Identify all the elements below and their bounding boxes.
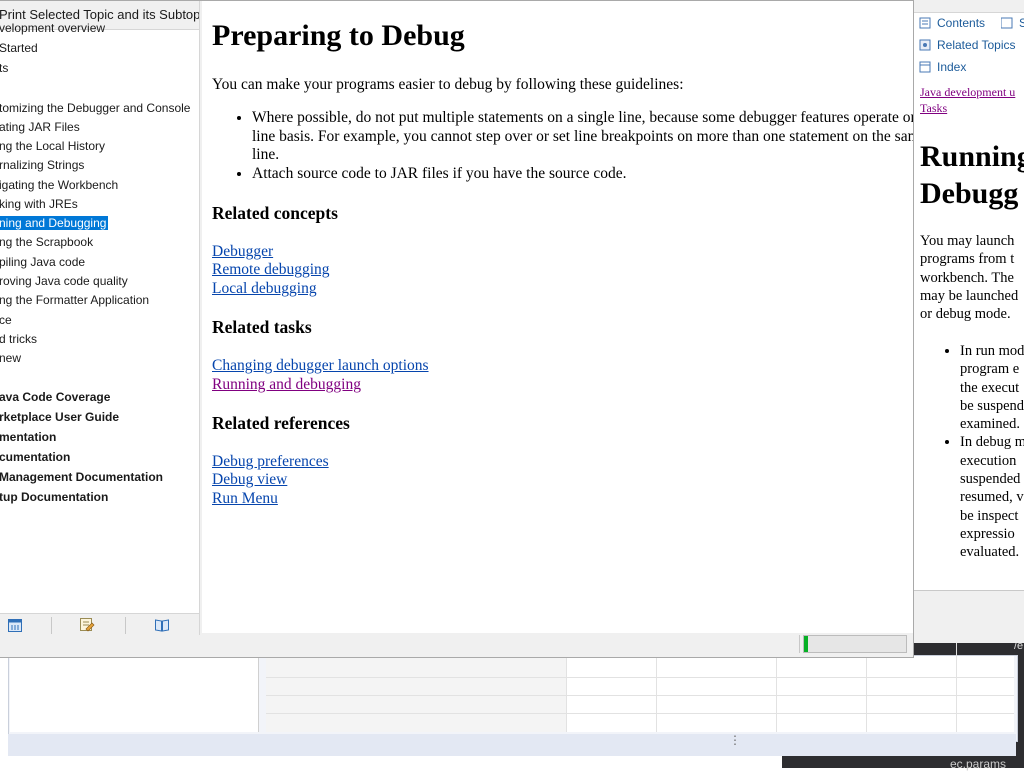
list-item: Attach source code to JAR files if you h… [252,165,913,184]
toc-item[interactable]: Started [0,39,38,57]
search-icon [1000,17,1013,29]
link-running-and-debugging[interactable]: Running and debugging [212,376,361,394]
page-title: Preparing to Debug [212,19,465,52]
toc-item[interactable]: roving Java code quality [0,272,128,290]
toc-item[interactable]: piling Java code [0,253,85,271]
list-item: In run mod program e the execut be suspe… [960,342,1024,433]
toc-item[interactable]: cumentation [0,448,70,466]
progress-fill [804,636,808,652]
toc-item[interactable]: Management Documentation [0,468,163,486]
progress-bar [803,635,907,653]
index-tab[interactable]: Index [919,60,966,74]
list-item: In debug m execution suspended resumed, … [960,433,1024,561]
toc-item[interactable]: ng the Local History [0,137,105,155]
link-run-menu[interactable]: Run Menu [212,490,278,508]
toc-item[interactable]: d tricks [0,330,37,348]
breadcrumb[interactable]: Java development u Tasks [920,84,1015,116]
contents-icon [919,17,931,29]
toc-item[interactable]: velopment overview [0,19,105,37]
search-tab[interactable]: Se [1000,16,1024,30]
toc-item[interactable]: tomizing the Debugger and Console [0,99,190,117]
right-help-window: Contents Se Related Topics Index Java de… [912,0,1024,600]
link-debug-view[interactable]: Debug view [212,471,287,489]
breadcrumb-link[interactable]: Tasks [920,100,1015,116]
toc-item[interactable]: new [0,349,21,367]
toc-item[interactable]: ning and Debugging [0,214,109,232]
contents-tab[interactable]: Contents [919,16,985,30]
toc-item[interactable]: ng the Scrapbook [0,233,93,251]
help-window: Print Selected Topic and its Subtopics v… [0,0,914,658]
topic-content: Preparing to Debug You can make your pro… [202,1,913,633]
list-item: Where possible, do not put multiple stat… [252,109,913,165]
toc-item[interactable]: ava Code Coverage [0,388,110,406]
breadcrumb-link[interactable]: Java development u [920,84,1015,100]
toc-item[interactable]: ts [0,59,8,77]
toc-item[interactable]: rketplace User Guide [0,408,119,426]
toc-item[interactable]: ng the Formatter Application [0,291,149,309]
link-debugger[interactable]: Debugger [212,243,273,261]
status-bar [0,635,913,657]
right-body-text: You may launch programs from t workbench… [920,233,1019,323]
related-topics-tab[interactable]: Related Topics [919,38,1016,52]
related-topics-icon [919,39,931,51]
table-gridline [266,713,1014,714]
related-tasks-heading: Related tasks [212,317,312,337]
toc-item[interactable]: rnalizing Strings [0,156,84,174]
resize-grip-icon[interactable]: ⋮ [729,734,741,746]
background-status-bar [8,734,1016,756]
link-debug-preferences[interactable]: Debug preferences [212,453,329,471]
toc-item[interactable]: ating JAR Files [0,118,80,136]
toc-item[interactable]: igating the Workbench [0,176,118,194]
link-changing-debugger-launch-options[interactable]: Changing debugger launch options [212,357,429,375]
link-local-debugging[interactable]: Local debugging [212,280,317,298]
guidelines-list: Where possible, do not put multiple stat… [212,109,913,183]
link-remote-debugging[interactable]: Remote debugging [212,261,330,279]
right-page-title: Running Debugg [920,140,1024,210]
book-icon[interactable] [154,617,170,633]
status-separator [799,635,800,653]
toc-pane: Print Selected Topic and its Subtopics v… [0,1,200,635]
toc-item[interactable]: ce [0,311,12,329]
toc-item[interactable]: king with JREs [0,195,78,213]
background-dark-text: ec.params [950,757,1007,771]
index-icon [919,61,931,73]
related-concepts-heading: Related concepts [212,203,338,223]
background-left-pane [10,656,259,732]
toolbar-separator [51,617,52,634]
search-edit-icon[interactable] [79,617,95,633]
related-references-heading: Related references [212,413,350,433]
toolbar-separator [125,617,126,634]
background-table-column [266,656,566,732]
toc-toolbar [0,613,199,635]
toc-item[interactable]: tup Documentation [0,488,108,506]
right-help-toolbar [913,0,1024,13]
table-gridline [266,677,1014,678]
right-lower-panel [912,590,1024,643]
intro-text: You can make your programs easier to deb… [212,76,684,93]
table-gridline [266,695,1014,696]
toc-item[interactable]: mentation [0,428,56,446]
calendar-icon[interactable] [7,617,23,633]
right-bullet-list: In run mod program e the execut be suspe… [920,342,1024,562]
